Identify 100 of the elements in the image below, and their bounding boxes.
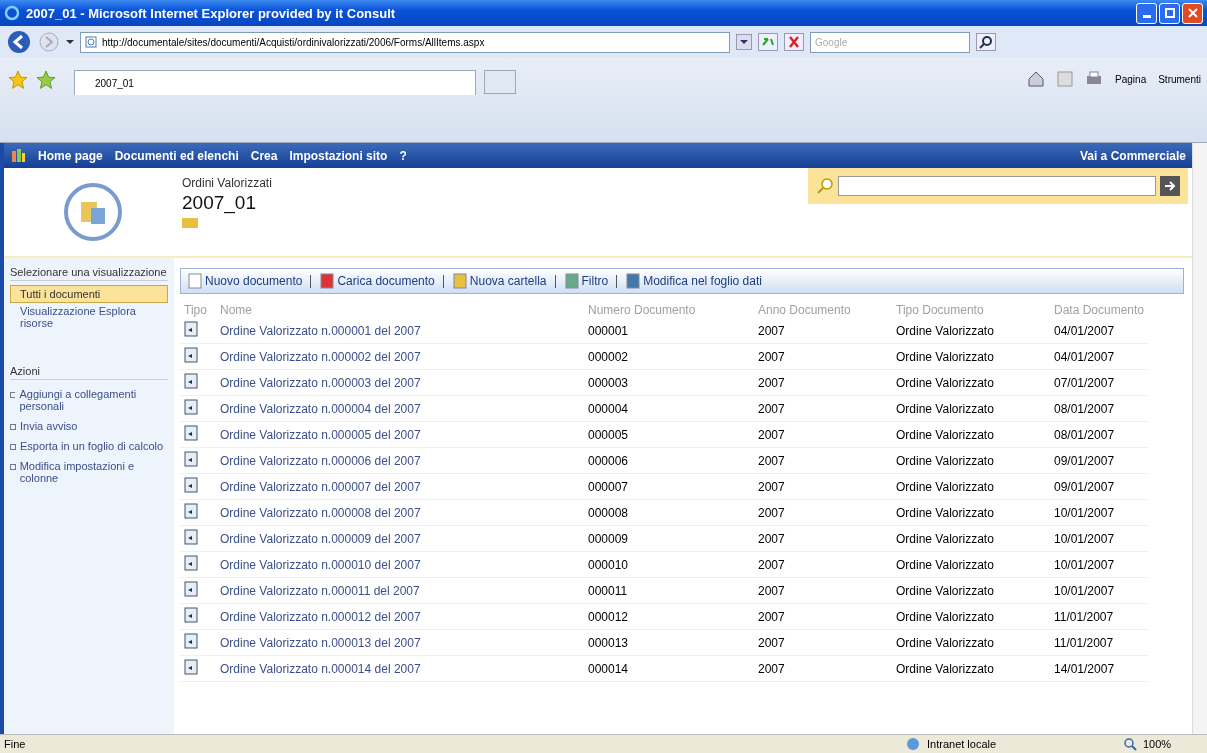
table-cell: 000008: [588, 505, 629, 520]
toolbar-button[interactable]: Modifica nel foglio dati: [625, 273, 762, 289]
page-icon: [85, 36, 97, 48]
bullet-icon: [10, 392, 16, 398]
nav-link[interactable]: Crea: [250, 148, 278, 163]
caret-icon[interactable]: [66, 38, 74, 46]
table-cell: Ordine Valorizzato: [896, 531, 994, 546]
arrow-right-icon: [1164, 180, 1176, 192]
document-icon: [184, 633, 198, 649]
library-logo-icon: [63, 182, 123, 242]
toolbar-button[interactable]: Carica documento: [319, 273, 435, 289]
search-icon: [816, 177, 834, 195]
zone-text: Intranet locale: [927, 738, 998, 750]
document-icon: [184, 503, 198, 519]
document-link[interactable]: Ordine Valorizzato n.000014 del 2007: [220, 661, 421, 676]
document-link[interactable]: Ordine Valorizzato n.000010 del 2007: [220, 557, 421, 572]
maximize-button[interactable]: [1159, 2, 1180, 24]
close-icon: [1186, 7, 1199, 19]
document-link[interactable]: Ordine Valorizzato n.000004 del 2007: [220, 401, 421, 416]
home-icon[interactable]: [1027, 70, 1046, 88]
table-cell: Ordine Valorizzato: [896, 427, 994, 442]
document-icon: [184, 477, 198, 493]
bullet-icon: [10, 444, 16, 450]
document-link[interactable]: Ordine Valorizzato n.000001 del 2007: [220, 323, 421, 338]
document-icon: [184, 555, 198, 571]
toolbar-button[interactable]: Filtro: [563, 273, 609, 289]
table-cell: Ordine Valorizzato: [896, 557, 994, 572]
table-cell: Ordine Valorizzato: [896, 583, 994, 598]
close-button[interactable]: [1182, 2, 1203, 24]
table-cell: 10/01/2007: [1054, 583, 1115, 598]
table-cell: 2007: [758, 349, 785, 364]
document-link[interactable]: Ordine Valorizzato n.000013 del 2007: [220, 635, 421, 650]
document-link[interactable]: Ordine Valorizzato n.000012 del 2007: [220, 609, 421, 624]
table-cell: 000010: [588, 557, 629, 572]
table-cell: Ordine Valorizzato: [896, 609, 994, 624]
table-cell: 08/01/2007: [1054, 427, 1115, 442]
table-cell: 2007: [758, 609, 785, 624]
nav-link[interactable]: Vai a Commerciale: [1079, 148, 1186, 163]
zoom-icon[interactable]: [1123, 737, 1137, 751]
refresh-icon[interactable]: [758, 33, 778, 51]
dropdown-icon[interactable]: [736, 34, 752, 50]
table-cell: 10/01/2007: [1054, 557, 1115, 572]
document-icon: [319, 273, 336, 289]
search-icon[interactable]: [976, 33, 996, 51]
document-link[interactable]: Ordine Valorizzato n.000002 del 2007: [220, 349, 421, 364]
breadcrumb[interactable]: Ordini Valorizzati: [182, 176, 808, 190]
table-cell: 000013: [588, 635, 629, 650]
document-link[interactable]: Ordine Valorizzato n.000011 del 2007: [220, 583, 420, 598]
table-cell: 000014: [588, 661, 629, 676]
table-cell: 000004: [588, 401, 629, 416]
table-cell: Ordine Valorizzato: [896, 323, 994, 338]
table-cell: 04/01/2007: [1054, 323, 1115, 338]
minimize-button[interactable]: [1136, 2, 1157, 24]
command-menu[interactable]: Strumenti: [1158, 73, 1201, 85]
action-link[interactable]: Modifica impostazioni e colonne: [19, 460, 168, 484]
stop-icon[interactable]: [784, 33, 804, 51]
document-link[interactable]: Ordine Valorizzato n.000005 del 2007: [220, 427, 421, 442]
table-cell: 10/01/2007: [1054, 531, 1115, 546]
back-icon[interactable]: [6, 29, 32, 55]
action-link[interactable]: Invia avviso: [20, 420, 78, 432]
command-menu[interactable]: Pagina: [1115, 73, 1147, 85]
table-cell: 2007: [758, 479, 785, 494]
scrollbar[interactable]: [1192, 143, 1207, 734]
nav-link[interactable]: Documenti ed elenchi: [114, 148, 239, 163]
document-link[interactable]: Ordine Valorizzato n.000007 del 2007: [220, 479, 421, 494]
document-icon: [184, 581, 198, 597]
document-link[interactable]: Ordine Valorizzato n.000008 del 2007: [220, 505, 421, 520]
document-link[interactable]: Ordine Valorizzato n.000006 del 2007: [220, 453, 421, 468]
action-link[interactable]: Esporta in un foglio di calcolo: [20, 440, 164, 452]
ie-logo-icon: [4, 5, 20, 21]
table-cell: 000011: [588, 583, 628, 598]
action-link[interactable]: Aggiungi a collegamenti personali: [19, 388, 168, 412]
nav-link[interactable]: ?: [399, 148, 407, 163]
go-button[interactable]: [1160, 176, 1180, 196]
view-link[interactable]: Visualizzazione Esplora risorse: [10, 303, 168, 331]
table-cell: 000006: [588, 453, 629, 468]
add-favorite-icon[interactable]: [36, 70, 56, 90]
search-field[interactable]: [838, 176, 1156, 196]
table-cell: 2007: [758, 583, 785, 598]
nav-link[interactable]: Impostazioni sito: [289, 148, 388, 163]
browser-tab[interactable]: 2007_01: [74, 70, 476, 95]
document-link[interactable]: Ordine Valorizzato n.000003 del 2007: [220, 375, 421, 390]
zoom-level[interactable]: 100%: [1143, 738, 1203, 750]
table-cell: 000009: [588, 531, 629, 546]
section-heading: Selezionare una visualizzazione: [10, 266, 168, 281]
toolbar-button[interactable]: Nuova cartella: [451, 273, 547, 289]
minimize-icon: [1142, 14, 1151, 18]
table-cell: 04/01/2007: [1054, 349, 1115, 364]
nav-link[interactable]: Home page: [38, 148, 103, 163]
star-icon[interactable]: [8, 70, 28, 90]
toolbar-button[interactable]: Nuovo documento: [187, 273, 303, 289]
bullet-icon: [10, 424, 16, 430]
table-cell: 11/01/2007: [1054, 635, 1114, 650]
document-link[interactable]: Ordine Valorizzato n.000009 del 2007: [220, 531, 421, 546]
view-link[interactable]: Tutti i documenti: [10, 285, 168, 303]
address-field[interactable]: http://documentale/sites/documenti/Acquisti/ordinivalorizzati/2006/Forms/AllItems.aspx: [80, 31, 730, 53]
table-cell: Ordine Valorizzato: [896, 661, 994, 676]
table-cell: 08/01/2007: [1054, 401, 1115, 416]
page-title: 2007_01: [182, 192, 257, 214]
table-cell: 2007: [758, 505, 785, 520]
